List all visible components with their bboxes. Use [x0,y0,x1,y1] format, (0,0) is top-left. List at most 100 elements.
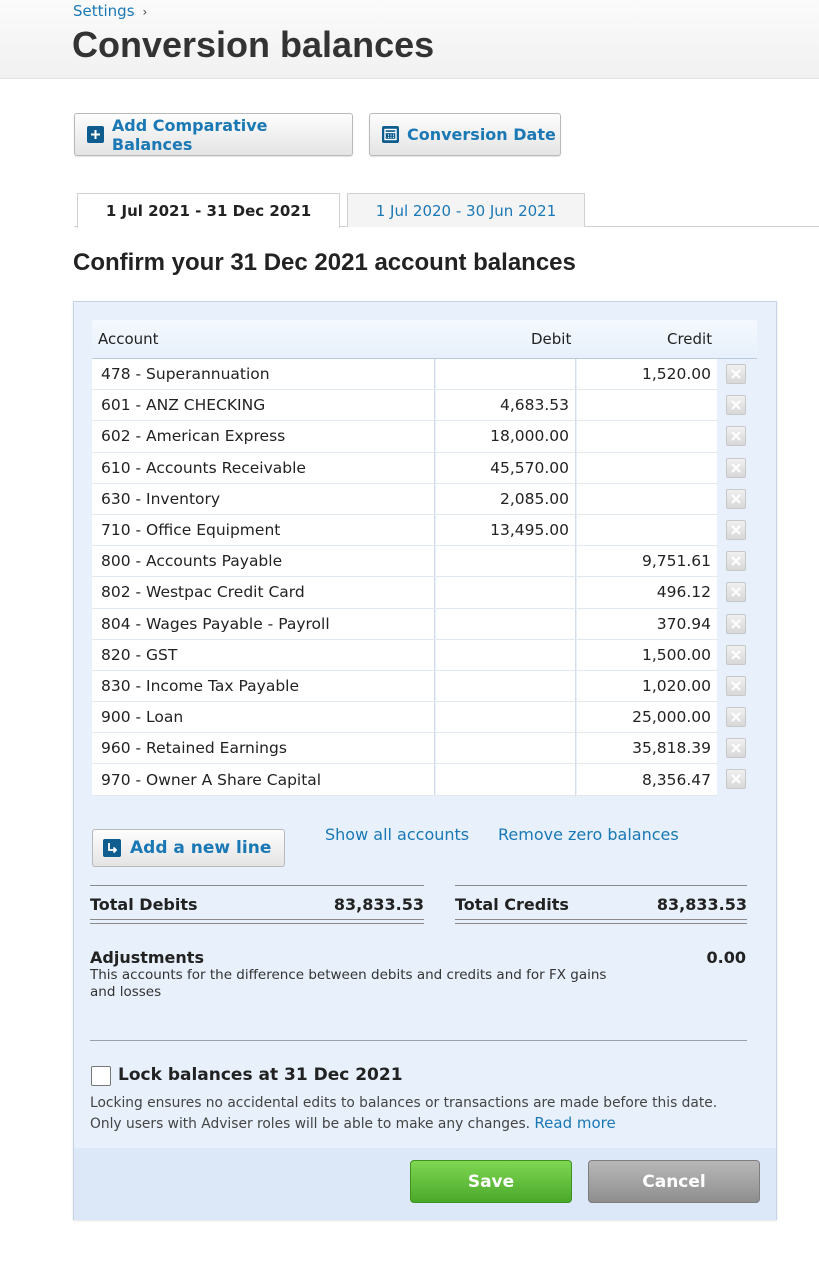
breadcrumb-settings-link[interactable]: Settings [73,2,135,20]
total-debits-value: 83,833.53 [333,895,424,914]
account-cell[interactable]: 830 - Income Tax Payable [92,670,435,703]
account-cell[interactable]: 804 - Wages Payable - Payroll [92,608,435,640]
close-icon [731,712,741,722]
close-icon [731,743,741,753]
account-cell[interactable]: 800 - Accounts Payable [92,546,435,578]
account-cell[interactable]: 601 - ANZ CHECKING [92,390,435,422]
debit-input[interactable] [436,733,576,765]
account-cell[interactable]: 630 - Inventory [92,483,435,515]
delete-row-button[interactable] [726,707,746,728]
add-new-line-label: Add a new line [130,838,272,858]
credit-input[interactable] [577,452,717,484]
close-icon [731,618,741,629]
show-all-accounts-link[interactable]: Show all accounts [325,825,469,844]
delete-row-button[interactable] [726,457,746,478]
close-icon [731,681,741,691]
add-comparative-balances-label: Add Comparative Balances [111,115,268,154]
account-cell[interactable]: 802 - Westpac Credit Card [92,577,435,609]
table-row: 610 - Accounts Receivable 45,570.00 [92,452,757,484]
account-cell[interactable]: 710 - Office Equipment [92,514,435,547]
credit-input[interactable]: 1,020.00 [577,670,717,703]
tab-comparative-period[interactable]: 1 Jul 2020 - 30 Jun 2021 [347,193,585,227]
table-row: 478 - Superannuation 1,520.00 [92,359,757,391]
debit-input[interactable] [436,764,576,796]
adjustments-label: Adjustments [90,948,204,967]
debit-input[interactable] [436,639,576,671]
account-cell[interactable]: 478 - Superannuation [92,359,435,391]
add-comparative-balances-button[interactable]: Add Comparative Balances [74,113,353,156]
balances-panel: Account Debit Credit 478 - Superannuatio… [73,301,777,1220]
debit-input[interactable]: 2,085.00 [436,483,576,515]
total-credits: Total Credits 83,833.53 [455,885,747,924]
delete-row-button[interactable] [726,551,746,572]
read-more-link[interactable]: Read more [534,1114,615,1132]
debit-input[interactable] [436,702,576,734]
debit-input[interactable]: 4,683.53 [436,390,576,422]
credit-input[interactable]: 370.94 [577,608,717,640]
save-button[interactable]: Save [410,1160,572,1203]
conversion-date-button[interactable]: Conversion Date [369,113,561,156]
table-row: 602 - American Express 18,000.00 [92,421,757,453]
delete-row-button[interactable] [726,395,746,416]
page-header: Settings › Conversion balances [0,0,819,79]
delete-row-button[interactable] [726,364,746,384]
table-row: 970 - Owner A Share Capital 8,356.47 [92,764,757,796]
delete-row-button[interactable] [726,613,746,634]
delete-row-button[interactable] [726,488,746,509]
delete-row-button[interactable] [726,426,746,447]
add-new-line-button[interactable]: Add a new line [92,829,285,867]
page-title: Conversion balances [72,24,435,65]
remove-zero-balances-link[interactable]: Remove zero balances [498,825,679,844]
delete-row-button[interactable] [726,582,746,603]
balances-table-body: 478 - Superannuation 1,520.00 601 - ANZ … [92,359,757,796]
credit-input[interactable]: 35,818.39 [577,733,717,765]
tab-current-period[interactable]: 1 Jul 2021 - 31 Dec 2021 [77,193,340,228]
delete-row-button[interactable] [726,675,746,696]
debit-input[interactable] [436,670,576,703]
credit-input[interactable]: 9,751.61 [577,546,717,578]
delete-row-button[interactable] [726,644,746,665]
credit-input[interactable]: 1,520.00 [577,359,717,391]
delete-row-button[interactable] [726,769,746,790]
debit-input[interactable]: 45,570.00 [436,452,576,484]
calendar-icon [382,126,399,143]
close-icon [731,525,741,535]
adjustments-value: 0.00 [706,948,746,967]
breadcrumb-separator: › [142,5,148,19]
table-row: 900 - Loan 25,000.00 [92,702,757,734]
table-header: Account Debit Credit [92,320,757,359]
cancel-button[interactable]: Cancel [588,1160,760,1203]
account-cell[interactable]: 970 - Owner A Share Capital [92,764,435,796]
debit-input[interactable] [436,577,576,609]
delete-row-button[interactable] [726,738,746,759]
total-debits: Total Debits 83,833.53 [90,885,424,924]
credit-input[interactable] [577,421,717,453]
delete-row-button[interactable] [726,519,746,540]
debit-input[interactable] [436,608,576,640]
account-cell[interactable]: 602 - American Express [92,421,435,453]
credit-input[interactable] [577,390,717,422]
conversion-date-label: Conversion Date [407,125,556,144]
debit-input[interactable] [436,546,576,578]
close-icon [731,587,741,598]
section-title: Confirm your 31 Dec 2021 account balance… [73,249,576,276]
account-cell[interactable]: 900 - Loan [92,702,435,734]
credit-input[interactable] [577,483,717,515]
lock-balances-checkbox[interactable] [91,1066,111,1086]
credit-input[interactable]: 496.12 [577,577,717,609]
account-cell[interactable]: 960 - Retained Earnings [92,733,435,765]
close-icon [731,369,741,379]
divider [90,1040,747,1041]
account-cell[interactable]: 820 - GST [92,639,435,671]
credit-input[interactable]: 25,000.00 [577,702,717,734]
close-icon [731,556,741,566]
debit-input[interactable] [436,359,576,391]
credit-input[interactable]: 8,356.47 [577,764,717,796]
table-row: 960 - Retained Earnings 35,818.39 [92,733,757,765]
account-cell[interactable]: 610 - Accounts Receivable [92,452,435,484]
credit-input[interactable] [577,514,717,547]
debit-input[interactable]: 13,495.00 [436,514,576,547]
close-icon [731,462,741,473]
credit-input[interactable]: 1,500.00 [577,639,717,671]
debit-input[interactable]: 18,000.00 [436,421,576,453]
